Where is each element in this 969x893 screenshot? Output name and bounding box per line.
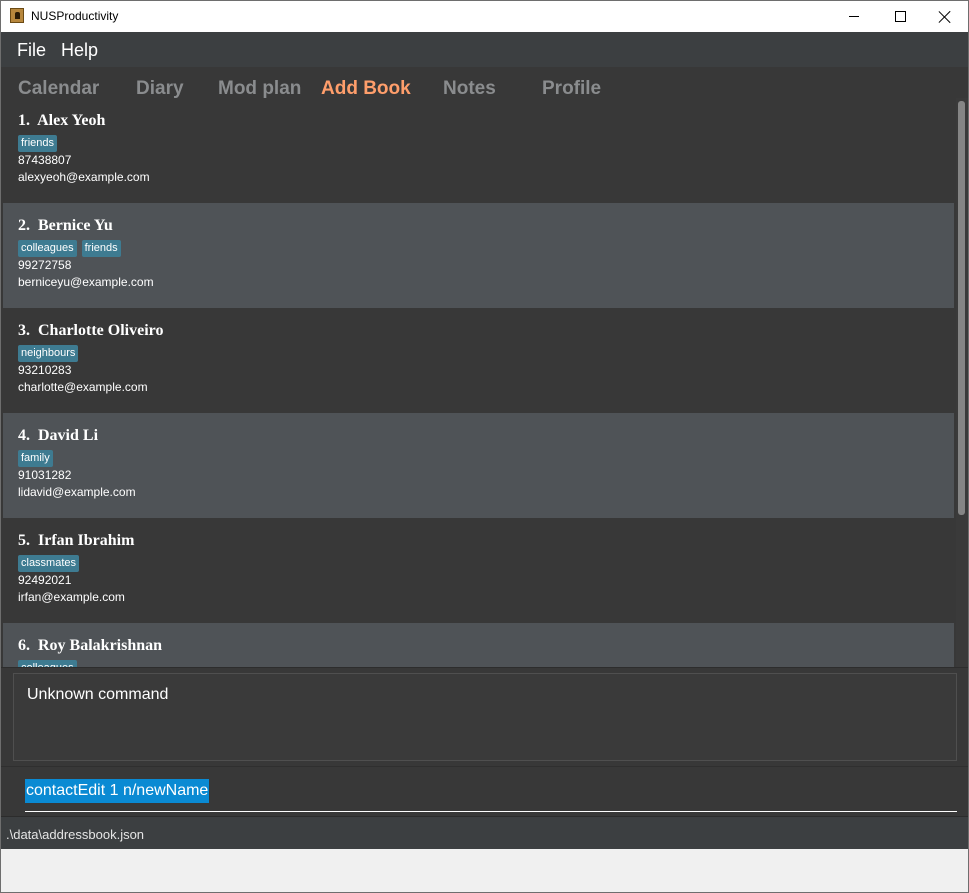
contact-name: 4. David Li bbox=[18, 427, 99, 444]
contact-card[interactable]: 6. Roy Balakrishnan colleagues bbox=[3, 623, 954, 667]
maximize-icon bbox=[894, 11, 906, 22]
result-display: Unknown command bbox=[13, 673, 957, 761]
minimize-button[interactable] bbox=[831, 1, 877, 32]
contact-card[interactable]: 1. Alex Yeoh friends 87438807 alexyeoh@e… bbox=[3, 98, 954, 203]
tab-bar: Calendar Diary Mod plan Add Book Notes P… bbox=[1, 67, 968, 100]
save-location: .\data\addressbook.json bbox=[6, 827, 145, 842]
close-button[interactable] bbox=[922, 1, 968, 32]
command-input[interactable]: contactEdit 1 n/newName bbox=[25, 779, 957, 812]
contact-name: 3. Charlotte Oliveiro bbox=[18, 322, 164, 339]
close-icon bbox=[939, 11, 951, 23]
tab-add-book[interactable]: Add Book bbox=[321, 78, 411, 100]
contact-phone: 91031282 bbox=[18, 468, 72, 482]
tag: friends bbox=[18, 135, 58, 152]
contact-phone: 92492021 bbox=[18, 573, 72, 587]
title-bar: NUSProductivity bbox=[1, 1, 968, 32]
tag: colleagues bbox=[18, 240, 77, 257]
tag: neighbours bbox=[18, 345, 79, 362]
status-bar: .\data\addressbook.json bbox=[1, 816, 968, 850]
contact-email: lidavid@example.com bbox=[18, 485, 136, 499]
contact-card[interactable]: 3. Charlotte Oliveiro neighbours 9321028… bbox=[3, 308, 954, 413]
contact-email: charlotte@example.com bbox=[18, 380, 148, 394]
divider bbox=[1, 667, 968, 668]
contact-card[interactable]: 5. Irfan Ibrahim classmates 92492021 irf… bbox=[3, 518, 954, 623]
app-icon bbox=[10, 8, 24, 23]
maximize-button[interactable] bbox=[877, 1, 923, 32]
tag-list: classmates bbox=[18, 555, 80, 572]
tab-mod-plan[interactable]: Mod plan bbox=[218, 78, 301, 100]
scrollbar-thumb[interactable] bbox=[958, 101, 965, 515]
contact-email: berniceyu@example.com bbox=[18, 275, 154, 289]
contact-name: 6. Roy Balakrishnan bbox=[18, 637, 163, 654]
tab-diary[interactable]: Diary bbox=[136, 78, 184, 100]
contact-phone: 99272758 bbox=[18, 258, 72, 272]
list-scrollbar[interactable] bbox=[956, 98, 968, 667]
window-title: NUSProductivity bbox=[31, 9, 119, 23]
tag: family bbox=[18, 450, 53, 467]
contact-name: 5. Irfan Ibrahim bbox=[18, 532, 135, 549]
tag-list: neighbours bbox=[18, 345, 79, 362]
result-text: Unknown command bbox=[27, 686, 169, 703]
tab-profile[interactable]: Profile bbox=[542, 78, 601, 100]
menu-bar: File Help bbox=[1, 32, 968, 67]
contact-email: irfan@example.com bbox=[18, 590, 125, 604]
tag-list: colleagues friends bbox=[18, 240, 121, 257]
main-panel: Calendar Diary Mod plan Add Book Notes P… bbox=[1, 67, 968, 817]
contact-list[interactable]: 1. Alex Yeoh friends 87438807 alexyeoh@e… bbox=[3, 98, 954, 667]
contact-phone: 93210283 bbox=[18, 363, 72, 377]
menu-file[interactable]: File bbox=[17, 40, 46, 61]
tag: colleagues bbox=[18, 660, 77, 667]
tab-calendar[interactable]: Calendar bbox=[18, 78, 99, 100]
command-box: contactEdit 1 n/newName bbox=[1, 766, 968, 817]
contact-name: 1. Alex Yeoh bbox=[18, 112, 106, 129]
contact-card[interactable]: 2. Bernice Yu colleagues friends 9927275… bbox=[3, 203, 954, 308]
contact-name: 2. Bernice Yu bbox=[18, 217, 113, 234]
contact-card[interactable]: 4. David Li family 91031282 lidavid@exam… bbox=[3, 413, 954, 518]
menu-help[interactable]: Help bbox=[61, 40, 98, 61]
window-footer bbox=[1, 849, 968, 892]
contact-email: alexyeoh@example.com bbox=[18, 170, 150, 184]
tag-list: colleagues bbox=[18, 660, 77, 667]
app-window: NUSProductivity File Help Calendar Diary… bbox=[0, 0, 969, 893]
contact-phone: 87438807 bbox=[18, 153, 72, 167]
minimize-icon bbox=[849, 16, 859, 17]
tag-list: friends bbox=[18, 135, 58, 152]
tag-list: family bbox=[18, 450, 53, 467]
tag: classmates bbox=[18, 555, 80, 572]
tag: friends bbox=[81, 240, 121, 257]
tab-notes[interactable]: Notes bbox=[443, 78, 496, 100]
command-text: contactEdit 1 n/newName bbox=[25, 779, 210, 803]
